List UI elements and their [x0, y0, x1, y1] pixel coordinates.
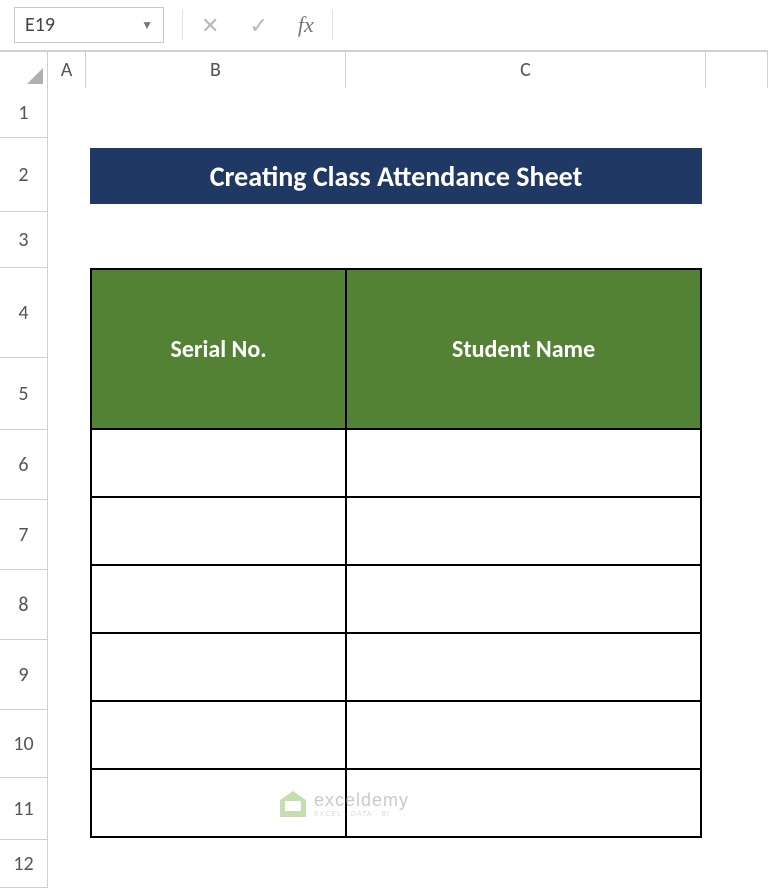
row-header-12[interactable]: 12 — [0, 840, 48, 888]
sheet-title-cell[interactable]: Creating Class Attendance Sheet — [90, 148, 702, 204]
cell-name[interactable] — [346, 565, 701, 633]
cancel-icon[interactable]: ✕ — [201, 12, 219, 39]
cell-serial[interactable] — [91, 429, 346, 497]
row-header-6[interactable]: 6 — [0, 430, 48, 500]
sheet-cells[interactable]: Creating Class Attendance Sheet Serial N… — [48, 88, 768, 888]
row-header-2[interactable]: 2 — [0, 138, 48, 212]
spreadsheet-grid: A B C 1 2 3 4 5 6 7 8 9 10 11 12 Creatin… — [0, 52, 768, 888]
chevron-down-icon[interactable]: ▼ — [141, 18, 153, 33]
divider — [182, 10, 183, 40]
formula-input[interactable] — [351, 7, 754, 43]
row-header-11[interactable]: 11 — [0, 778, 48, 840]
table-row — [91, 701, 701, 769]
header-student-name[interactable]: Student Name — [346, 269, 701, 429]
divider — [332, 10, 333, 40]
row-header-9[interactable]: 9 — [0, 640, 48, 710]
cell-serial[interactable] — [91, 701, 346, 769]
row-header-10[interactable]: 10 — [0, 710, 48, 778]
fx-icon[interactable]: fx — [298, 12, 314, 38]
watermark-sub: EXCEL · DATA · BI — [314, 811, 409, 818]
cell-serial[interactable] — [91, 497, 346, 565]
cell-name[interactable] — [346, 429, 701, 497]
cell-serial[interactable] — [91, 633, 346, 701]
row-header-4[interactable]: 4 — [0, 268, 48, 358]
cell-name[interactable] — [346, 701, 701, 769]
table-row — [91, 633, 701, 701]
select-all-triangle[interactable] — [0, 52, 48, 88]
cell-name[interactable] — [346, 633, 701, 701]
row-headers: 1 2 3 4 5 6 7 8 9 10 11 12 — [0, 88, 48, 888]
table-row — [91, 497, 701, 565]
watermark-main: exceldemy — [314, 790, 409, 811]
table-row — [91, 565, 701, 633]
attendance-table: Serial No. Student Name — [90, 268, 702, 838]
column-header-a[interactable]: A — [48, 52, 86, 88]
name-box[interactable]: E19 ▼ — [14, 7, 164, 43]
row-header-8[interactable]: 8 — [0, 570, 48, 640]
row-header-3[interactable]: 3 — [0, 212, 48, 268]
watermark: exceldemy EXCEL · DATA · BI — [280, 790, 409, 818]
header-serial[interactable]: Serial No. — [91, 269, 346, 429]
row-header-1[interactable]: 1 — [0, 88, 48, 138]
row-header-7[interactable]: 7 — [0, 500, 48, 570]
enter-icon[interactable]: ✓ — [249, 12, 267, 39]
watermark-text: exceldemy EXCEL · DATA · BI — [314, 790, 409, 818]
column-header-b[interactable]: B — [86, 52, 346, 88]
formula-bar: E19 ▼ ✕ ✓ fx — [0, 0, 768, 52]
cell-reference: E19 — [25, 13, 55, 37]
table-row — [91, 429, 701, 497]
exceldemy-logo-icon — [280, 791, 306, 817]
row-header-5[interactable]: 5 — [0, 358, 48, 430]
cell-name[interactable] — [346, 497, 701, 565]
formula-bar-icons: ✕ ✓ fx — [201, 12, 314, 39]
column-header-c[interactable]: C — [346, 52, 706, 88]
grid-body: 1 2 3 4 5 6 7 8 9 10 11 12 Creating Clas… — [0, 88, 768, 888]
column-headers: A B C — [0, 52, 768, 88]
cell-serial[interactable] — [91, 565, 346, 633]
table-header-row: Serial No. Student Name — [91, 269, 701, 429]
column-header-rest[interactable] — [706, 52, 768, 88]
